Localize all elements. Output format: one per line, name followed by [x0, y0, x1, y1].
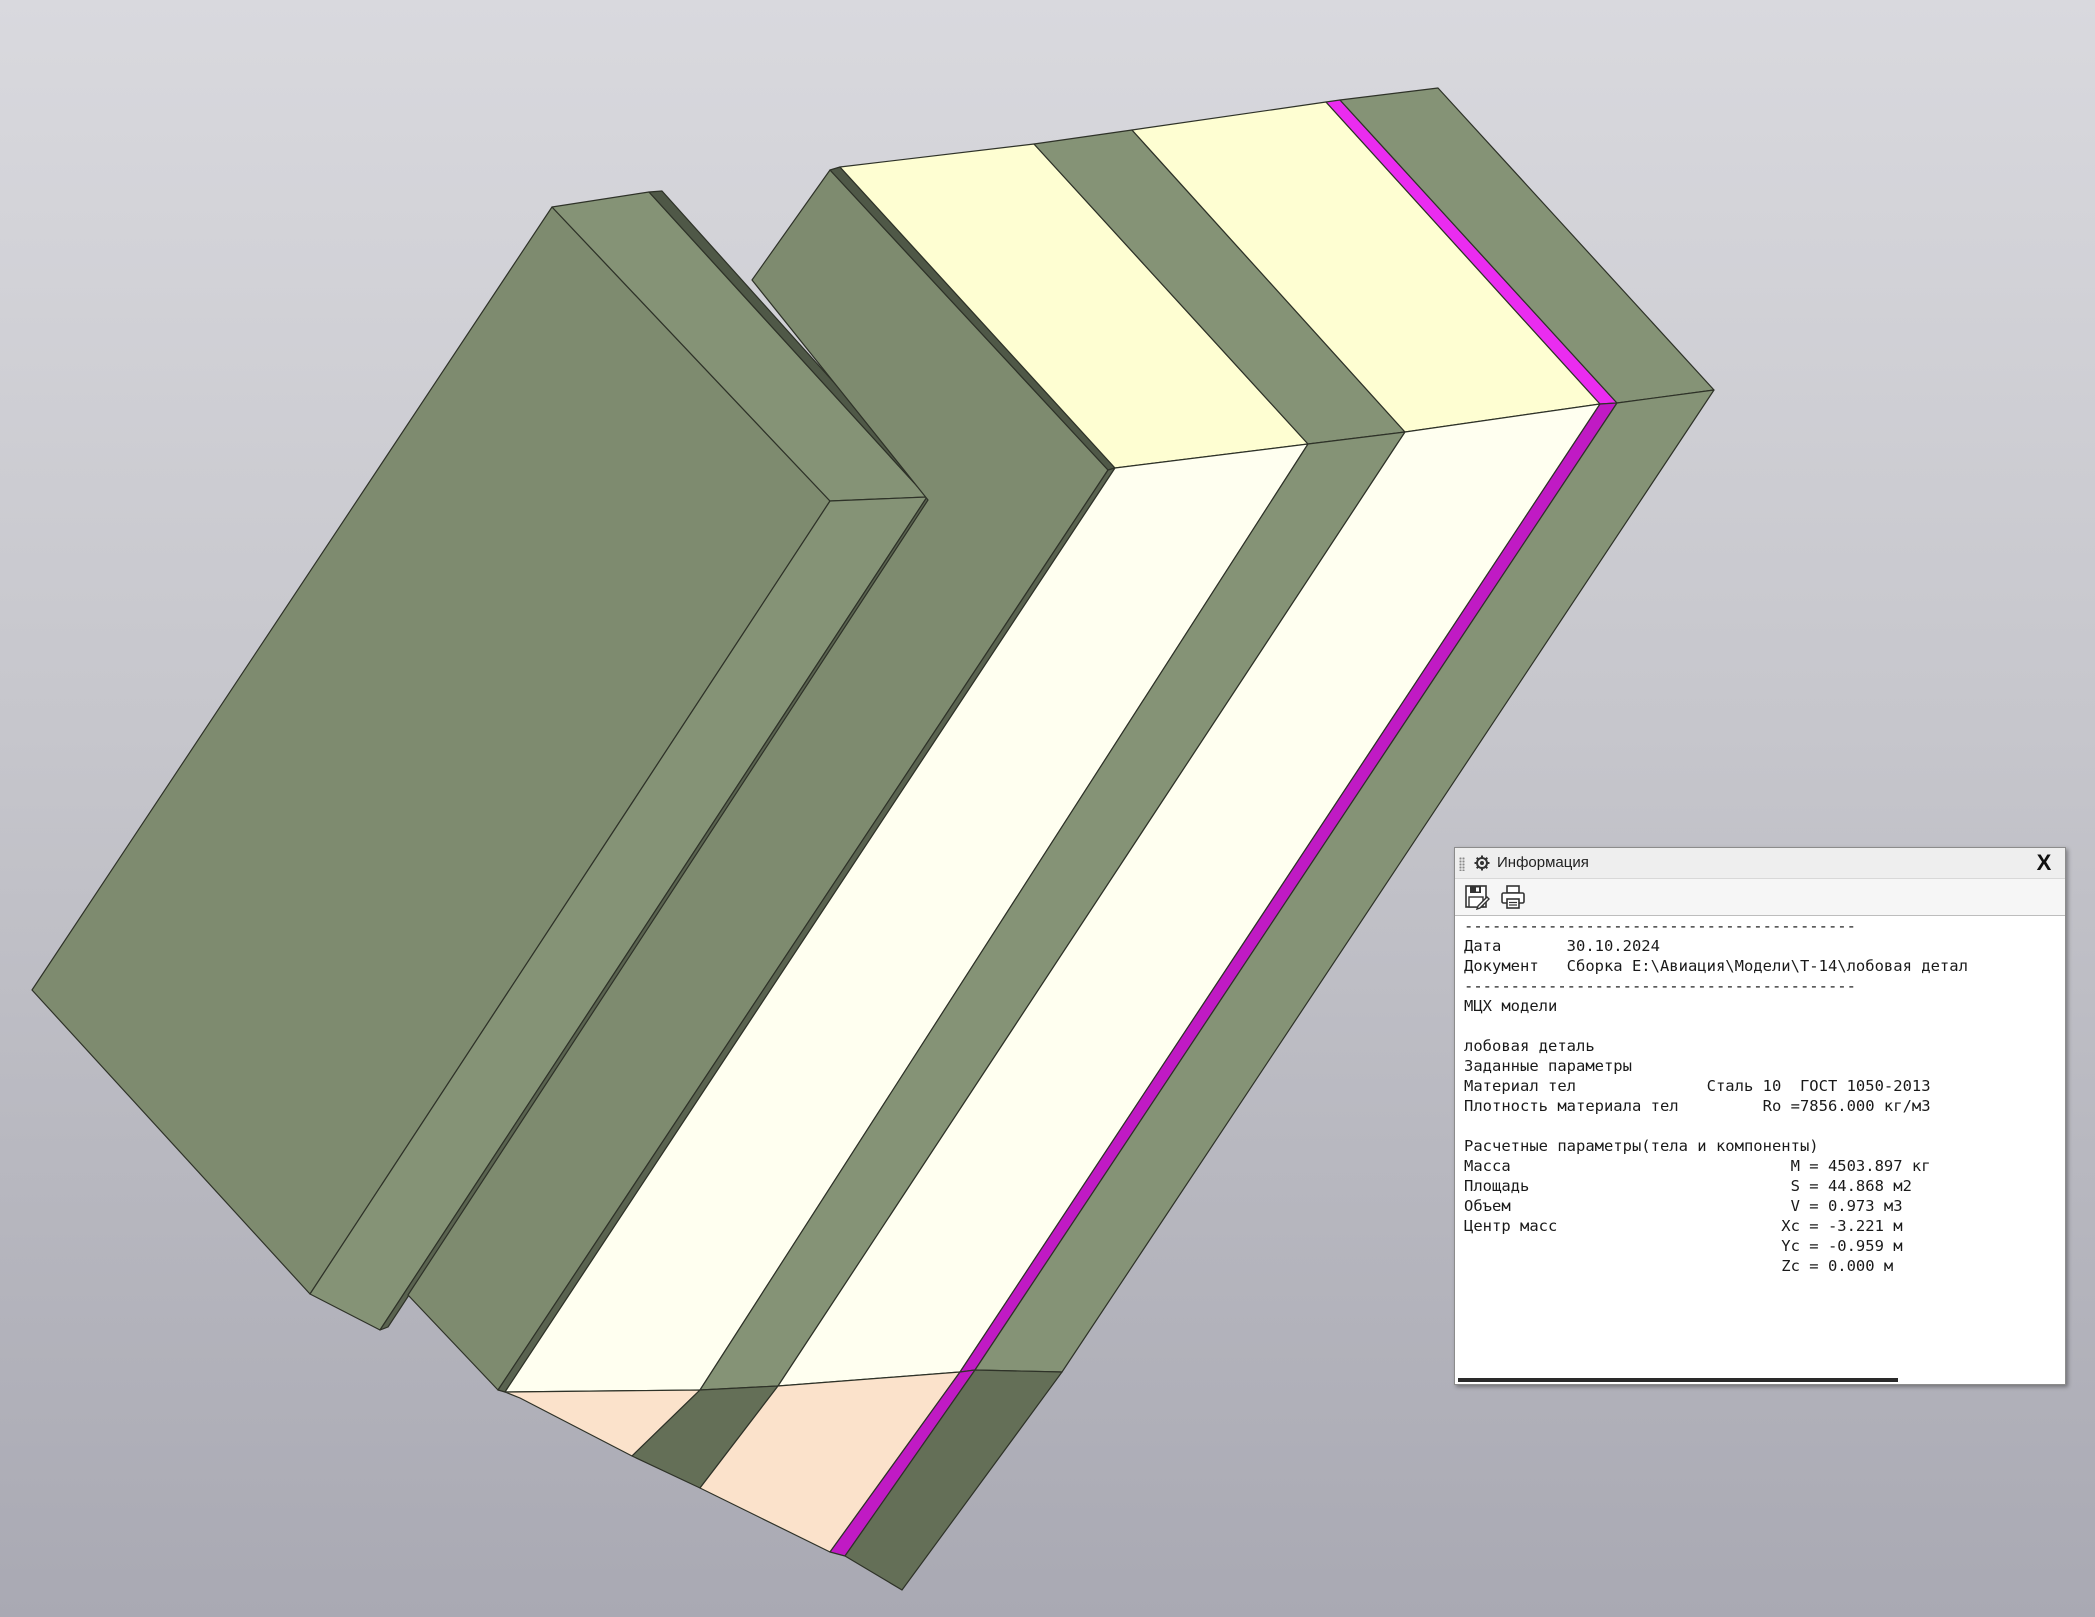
report-separator: ----------------------------------------… [1464, 977, 1856, 995]
print-icon[interactable] [1499, 884, 1527, 910]
report-density: Плотность материала тел Ro =7856.000 кг/… [1464, 1097, 1931, 1115]
drag-grip-icon[interactable] [1459, 857, 1465, 871]
report-blank [1464, 1016, 2065, 1036]
report-center-z: Zc = 0.000 м [1464, 1257, 1894, 1275]
report-calc-params: Расчетные параметры(тела и компоненты) [1464, 1137, 1819, 1155]
report-separator: ----------------------------------------… [1464, 917, 1856, 935]
report-date: Дата 30.10.2024 [1464, 937, 1660, 955]
info-panel-titlebar[interactable]: Информация X [1455, 848, 2065, 879]
info-panel-title: Информация [1497, 854, 1589, 871]
info-panel-toolbar [1455, 879, 2065, 916]
horizontal-scrollbar[interactable] [1458, 1378, 1898, 1382]
report-center-x: Центр масс Xc = -3.221 м [1464, 1217, 1903, 1235]
report-part-name: лобовая деталь [1464, 1037, 1595, 1055]
report-mass: Масса M = 4503.897 кг [1464, 1157, 1931, 1175]
close-button[interactable]: X [2031, 850, 2057, 876]
report-area: Площадь S = 44.868 м2 [1464, 1177, 1912, 1195]
info-report-text[interactable]: ----------------------------------------… [1455, 916, 2065, 1376]
report-blank [1464, 1116, 2065, 1136]
report-given-params: Заданные параметры [1464, 1057, 1632, 1075]
gear-icon [1474, 855, 1490, 871]
report-heading: МЦХ модели [1464, 997, 1558, 1015]
report-material: Материал тел Сталь 10 ГОСТ 1050-2013 [1464, 1077, 1931, 1095]
info-panel[interactable]: Информация X ---------------------------… [1454, 847, 2066, 1385]
report-center-y: Yc = -0.959 м [1464, 1237, 1903, 1255]
report-document: Документ Сборка E:\Авиация\Модели\T-14\л… [1464, 957, 1968, 975]
report-volume: Объем V = 0.973 м3 [1464, 1197, 1903, 1215]
save-icon[interactable] [1463, 884, 1491, 910]
